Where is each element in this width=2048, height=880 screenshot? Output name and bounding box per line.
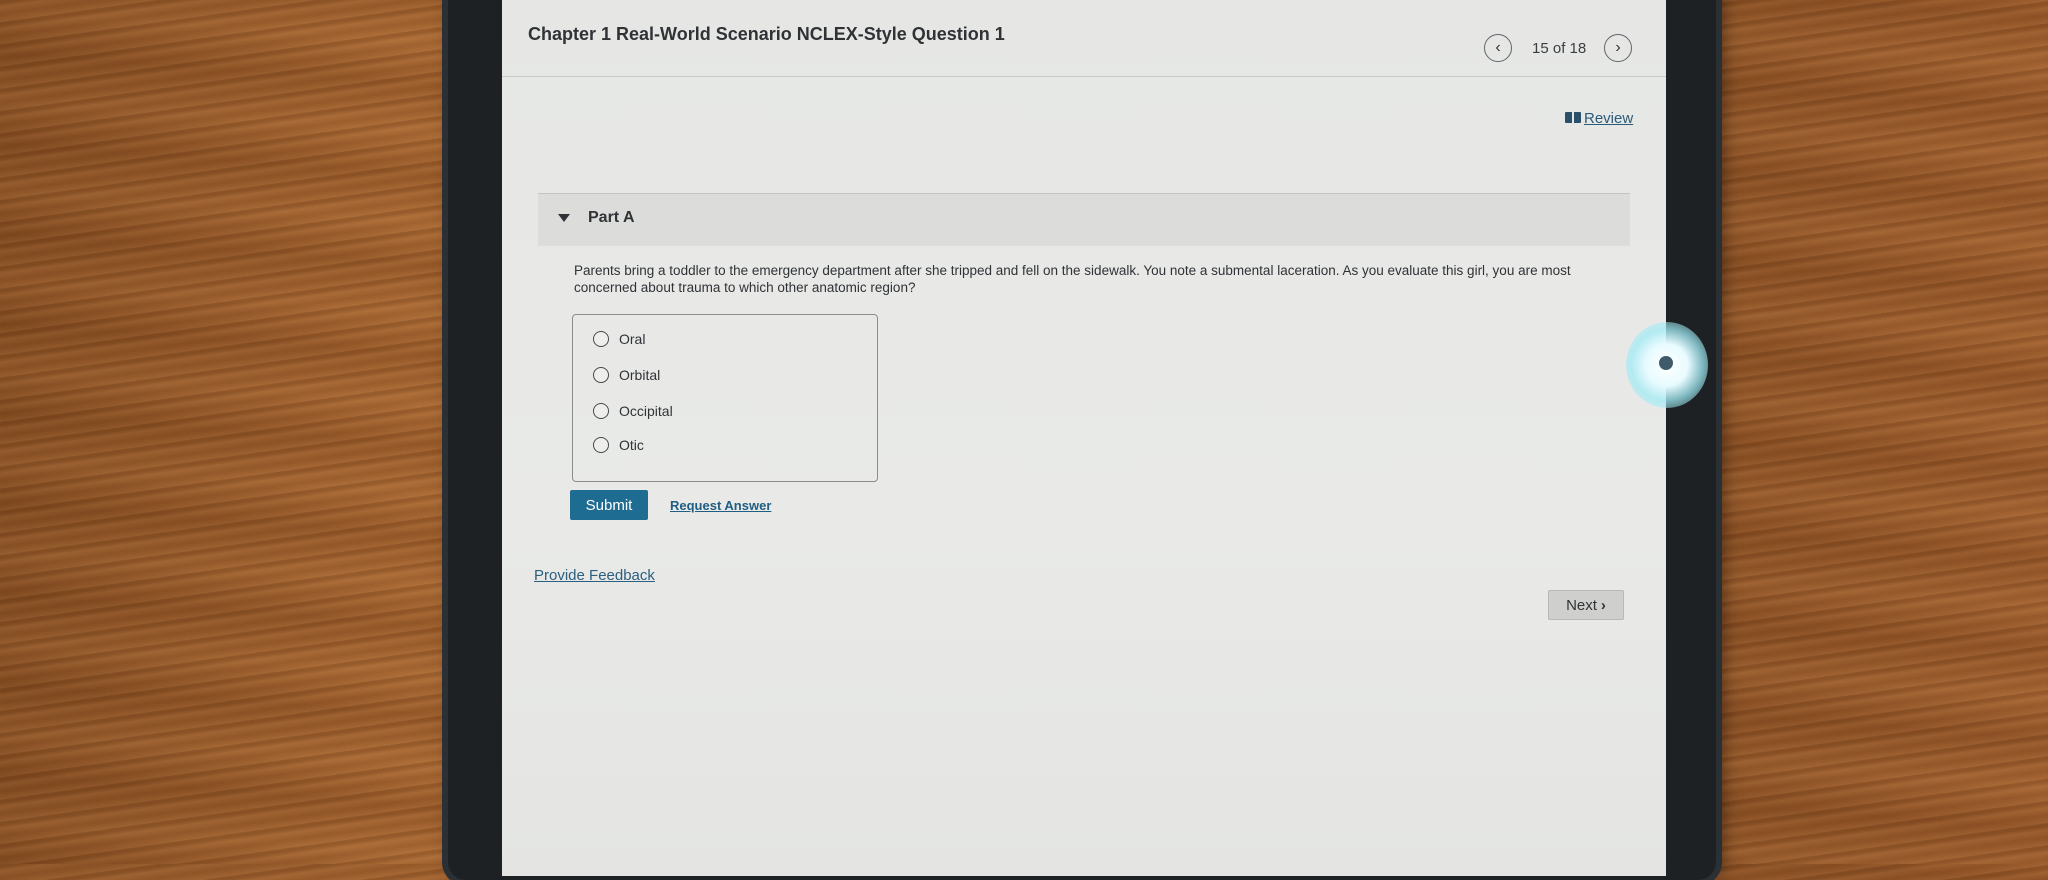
answer-options: Oral Orbital Occipital Otic	[572, 314, 878, 482]
part-a-header[interactable]: Part A	[538, 193, 1630, 246]
next-label: Next	[1566, 596, 1597, 614]
chevron-right-icon: ›	[1615, 39, 1621, 56]
part-label: Part A	[588, 209, 635, 226]
tablet-screen: Chapter 1 Real-World Scenario NCLEX-Styl…	[502, 0, 1666, 876]
next-question-button[interactable]: ›	[1604, 34, 1632, 62]
option-label: Occipital	[619, 403, 673, 419]
camera-dot	[1659, 356, 1673, 370]
review-link[interactable]: Review	[1584, 110, 1633, 127]
request-answer-link[interactable]: Request Answer	[670, 498, 771, 513]
submit-button[interactable]: Submit	[570, 490, 648, 520]
option-oral[interactable]: Oral	[593, 331, 645, 347]
option-label: Oral	[619, 331, 646, 347]
book-icon	[1565, 112, 1581, 123]
radio-button[interactable]	[593, 331, 609, 347]
question-text: Parents bring a toddler to the emergency…	[574, 263, 1571, 295]
radio-button[interactable]	[593, 437, 609, 453]
option-label: Otic	[619, 437, 644, 453]
question-header: Chapter 1 Real-World Scenario NCLEX-Styl…	[502, 0, 1666, 77]
caret-down-icon	[558, 214, 570, 222]
next-button[interactable]: Next ›	[1548, 590, 1624, 620]
radio-button[interactable]	[593, 367, 609, 383]
chevron-right-icon: ›	[1600, 596, 1606, 614]
question-title: Chapter 1 Real-World Scenario NCLEX-Styl…	[528, 24, 1005, 44]
option-label: Orbital	[619, 367, 661, 383]
review-label: Review	[1584, 110, 1634, 127]
chevron-left-icon: ‹	[1495, 39, 1501, 56]
option-otic[interactable]: Otic	[593, 437, 644, 453]
option-orbital[interactable]: Orbital	[593, 367, 660, 383]
radio-button[interactable]	[593, 403, 609, 419]
previous-question-button[interactable]: ‹	[1484, 34, 1512, 62]
provide-feedback-link[interactable]: Provide Feedback	[534, 567, 655, 584]
option-occipital[interactable]: Occipital	[593, 403, 673, 419]
question-counter: 15 of 18	[1532, 40, 1587, 57]
